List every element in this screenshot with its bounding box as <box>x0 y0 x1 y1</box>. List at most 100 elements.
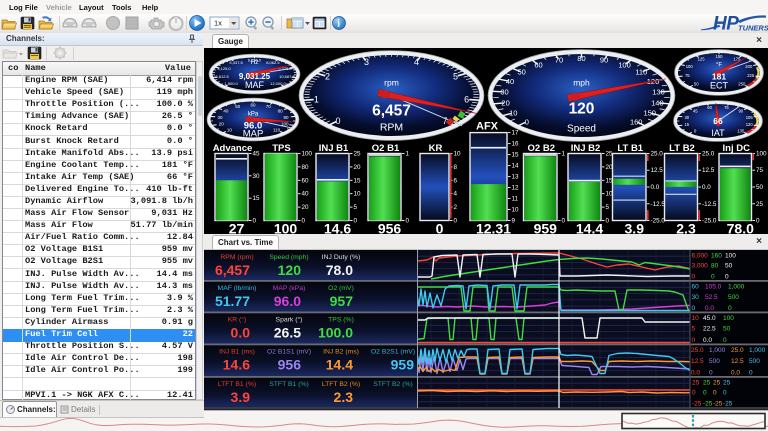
svg-text:0.0: 0.0 <box>705 305 714 312</box>
svg-text:LTFT B2 (%): LTFT B2 (%) <box>322 381 360 388</box>
svg-text:5,437.5: 5,437.5 <box>229 60 243 65</box>
svg-text:75: 75 <box>756 167 764 174</box>
svg-text:2: 2 <box>325 72 330 82</box>
svg-text:45: 45 <box>253 151 261 158</box>
svg-text:25.0: 25.0 <box>651 151 664 158</box>
svg-text:0: 0 <box>692 337 696 344</box>
svg-text:80: 80 <box>302 164 310 171</box>
svg-text:INJ Duty (%): INJ Duty (%) <box>322 254 361 261</box>
svg-text:10: 10 <box>454 151 462 158</box>
svg-text:0: 0 <box>749 370 753 377</box>
svg-text:100: 100 <box>725 253 736 260</box>
svg-text:105: 105 <box>746 115 754 120</box>
svg-text:TPS (%): TPS (%) <box>328 317 354 324</box>
svg-text:959: 959 <box>391 357 415 373</box>
svg-text:INJ B2 (ms): INJ B2 (ms) <box>323 349 359 356</box>
svg-text:0: 0 <box>723 337 727 344</box>
svg-text:40: 40 <box>223 108 229 113</box>
svg-text:-25.0: -25.0 <box>651 218 666 225</box>
svg-text:10: 10 <box>692 315 700 322</box>
svg-text:90: 90 <box>283 115 289 120</box>
svg-text:78.0: 78.0 <box>326 262 353 278</box>
svg-text:60: 60 <box>692 284 700 291</box>
svg-text:100: 100 <box>274 221 298 235</box>
svg-text:0: 0 <box>606 218 610 225</box>
svg-text:-12.5: -12.5 <box>702 201 717 208</box>
svg-text:0: 0 <box>692 390 696 397</box>
svg-text:0: 0 <box>756 218 760 225</box>
svg-text:0: 0 <box>302 218 306 225</box>
svg-text:20: 20 <box>354 164 362 171</box>
svg-text:0.0: 0.0 <box>691 370 700 377</box>
svg-text:O2 B1: O2 B1 <box>372 143 400 154</box>
svg-text:25: 25 <box>354 151 362 158</box>
svg-text:125: 125 <box>698 57 706 62</box>
svg-text:250: 250 <box>738 81 746 86</box>
svg-text:1,000: 1,000 <box>709 347 726 354</box>
svg-text:12.5: 12.5 <box>702 167 715 174</box>
svg-text:0.0: 0.0 <box>702 184 711 191</box>
svg-text:O2 B2: O2 B2 <box>528 143 555 154</box>
svg-text:RPM (rpm): RPM (rpm) <box>220 254 253 261</box>
svg-text:0: 0 <box>725 274 729 281</box>
svg-text:-25.0: -25.0 <box>702 218 717 225</box>
svg-text:8,062.5: 8,062.5 <box>266 60 280 65</box>
svg-text:4: 4 <box>454 191 458 198</box>
svg-text:4: 4 <box>414 57 419 67</box>
svg-text:15: 15 <box>684 122 689 127</box>
svg-text:90: 90 <box>738 109 743 114</box>
svg-text:Speed (mph): Speed (mph) <box>269 254 308 261</box>
svg-text:°F: °F <box>716 63 722 69</box>
svg-text:HP: HP <box>713 14 739 35</box>
svg-text:MAF: MAF <box>245 80 265 90</box>
svg-text:27: 27 <box>229 221 245 235</box>
svg-text:0: 0 <box>723 390 727 397</box>
svg-text:0.0: 0.0 <box>731 370 740 377</box>
svg-text:TPS: TPS <box>272 143 290 154</box>
svg-text:6,457: 6,457 <box>372 103 411 120</box>
svg-text:80: 80 <box>711 263 719 270</box>
svg-text:KR: KR <box>429 143 443 154</box>
svg-text:0: 0 <box>711 274 715 281</box>
svg-text:-25: -25 <box>723 401 733 408</box>
svg-text:60: 60 <box>534 60 542 69</box>
svg-text:0: 0 <box>692 274 696 281</box>
svg-text:12: 12 <box>512 185 520 192</box>
svg-text:45.0: 45.0 <box>703 315 716 322</box>
svg-text:0: 0 <box>253 218 257 225</box>
svg-text:75: 75 <box>685 73 690 78</box>
svg-text:100: 100 <box>302 151 313 158</box>
svg-text:0: 0 <box>728 305 732 312</box>
svg-text:0: 0 <box>525 117 529 126</box>
svg-text:30: 30 <box>692 294 700 301</box>
svg-text:80: 80 <box>278 108 284 113</box>
svg-text:14.4: 14.4 <box>576 221 603 235</box>
svg-text:MAF (lb/min): MAF (lb/min) <box>218 285 257 292</box>
svg-text:956: 956 <box>378 221 402 235</box>
svg-text:20: 20 <box>219 122 225 127</box>
svg-text:500: 500 <box>749 358 760 365</box>
svg-text:959: 959 <box>534 221 558 235</box>
svg-text:kPa: kPa <box>248 112 259 118</box>
svg-text:0: 0 <box>692 305 696 312</box>
svg-text:0: 0 <box>436 221 444 235</box>
svg-text:66: 66 <box>713 116 723 126</box>
svg-text:6: 6 <box>454 177 458 184</box>
svg-text:6,000: 6,000 <box>692 253 709 260</box>
svg-text:957: 957 <box>330 293 354 309</box>
svg-text:RPM: RPM <box>380 122 403 134</box>
svg-text:70: 70 <box>266 104 272 109</box>
svg-text:5: 5 <box>606 204 610 211</box>
svg-text:75: 75 <box>724 105 729 110</box>
svg-text:0: 0 <box>562 218 566 225</box>
svg-text:2,812.5: 2,812.5 <box>215 74 229 79</box>
svg-text:60: 60 <box>707 105 712 110</box>
svg-text:0: 0 <box>406 218 410 225</box>
svg-text:0: 0 <box>713 390 717 397</box>
svg-text:120: 120 <box>278 262 302 278</box>
svg-text:LT B2: LT B2 <box>669 143 695 154</box>
svg-text:2.3: 2.3 <box>334 389 354 405</box>
svg-text:1,000: 1,000 <box>749 347 766 354</box>
svg-text:20: 20 <box>501 98 509 107</box>
svg-text:6,457: 6,457 <box>215 262 250 278</box>
